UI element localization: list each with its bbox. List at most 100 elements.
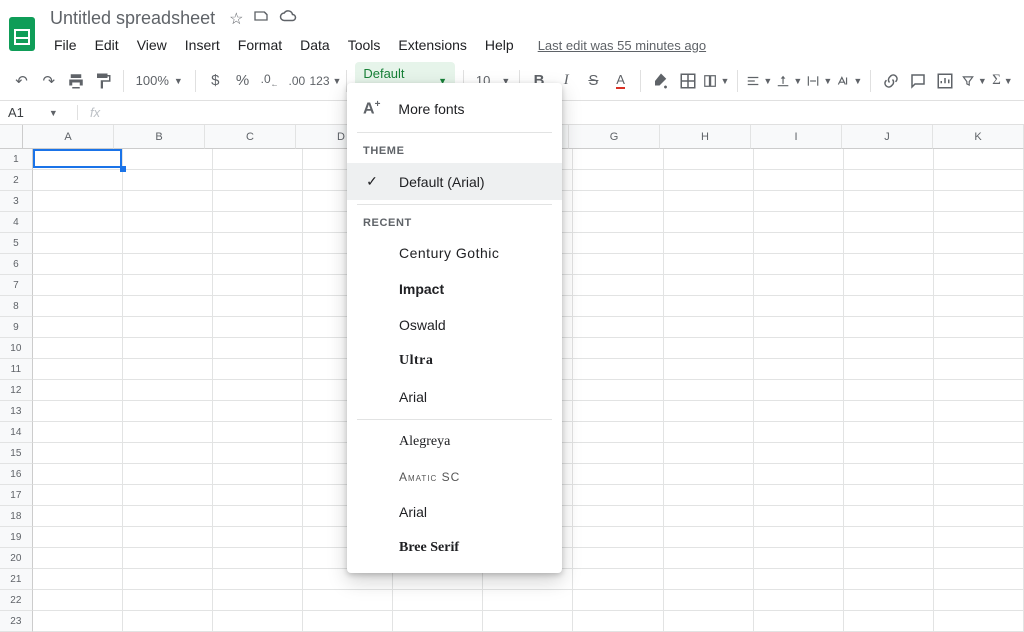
row-header[interactable]: 13	[0, 401, 33, 422]
cell[interactable]	[754, 611, 844, 632]
cell[interactable]	[573, 464, 663, 485]
cell[interactable]	[573, 590, 663, 611]
fill-color-button[interactable]	[649, 68, 672, 94]
cell[interactable]	[123, 401, 213, 422]
cell[interactable]	[123, 233, 213, 254]
cell[interactable]	[123, 422, 213, 443]
row-header[interactable]: 20	[0, 548, 33, 569]
cell[interactable]	[33, 170, 123, 191]
cell[interactable]	[123, 359, 213, 380]
cell[interactable]	[664, 212, 754, 233]
cell[interactable]	[844, 233, 934, 254]
sheets-logo[interactable]	[6, 14, 38, 54]
cell[interactable]	[213, 191, 303, 212]
cell[interactable]	[33, 149, 123, 170]
row-header[interactable]: 1	[0, 149, 33, 170]
cell[interactable]	[664, 233, 754, 254]
cell[interactable]	[754, 380, 844, 401]
cell[interactable]	[123, 590, 213, 611]
cell[interactable]	[664, 548, 754, 569]
cell[interactable]	[754, 212, 844, 233]
cloud-status-icon[interactable]	[279, 7, 297, 30]
cell[interactable]	[934, 485, 1024, 506]
font-item[interactable]: Bree Serif	[347, 530, 562, 566]
cell[interactable]	[213, 359, 303, 380]
cell[interactable]	[844, 359, 934, 380]
cell[interactable]	[844, 590, 934, 611]
cell[interactable]	[664, 611, 754, 632]
row-header[interactable]: 8	[0, 296, 33, 317]
cell[interactable]	[844, 464, 934, 485]
cell[interactable]	[573, 212, 663, 233]
cell[interactable]	[573, 569, 663, 590]
cell[interactable]	[33, 359, 123, 380]
font-item[interactable]: Impact	[347, 271, 562, 307]
menu-data[interactable]: Data	[292, 33, 338, 57]
font-item[interactable]: Calibri	[347, 566, 562, 567]
cell[interactable]	[754, 359, 844, 380]
row-header[interactable]: 9	[0, 317, 33, 338]
cell[interactable]	[123, 506, 213, 527]
cell[interactable]	[33, 611, 123, 632]
cell[interactable]	[213, 443, 303, 464]
cell[interactable]	[844, 485, 934, 506]
text-rotation-button[interactable]: ▼	[836, 68, 862, 94]
cell[interactable]	[123, 443, 213, 464]
cell[interactable]	[934, 569, 1024, 590]
font-item-default-arial[interactable]: ✓ Default (Arial)	[347, 163, 562, 200]
cell[interactable]	[393, 590, 483, 611]
borders-button[interactable]	[676, 68, 699, 94]
cell[interactable]	[123, 380, 213, 401]
cell[interactable]	[934, 527, 1024, 548]
name-box[interactable]: A1 ▼	[0, 105, 78, 120]
cell[interactable]	[934, 443, 1024, 464]
cell[interactable]	[123, 149, 213, 170]
cell[interactable]	[664, 527, 754, 548]
row-header[interactable]: 23	[0, 611, 33, 632]
row-header[interactable]: 2	[0, 170, 33, 191]
font-item[interactable]: Amatic SC	[347, 460, 562, 494]
row-header[interactable]: 7	[0, 275, 33, 296]
cell[interactable]	[664, 590, 754, 611]
cell[interactable]	[123, 296, 213, 317]
cell[interactable]	[754, 548, 844, 569]
cell[interactable]	[664, 191, 754, 212]
cell[interactable]	[213, 233, 303, 254]
cell[interactable]	[213, 338, 303, 359]
cell[interactable]	[664, 275, 754, 296]
cell[interactable]	[934, 380, 1024, 401]
cell[interactable]	[123, 254, 213, 275]
cell[interactable]	[573, 296, 663, 317]
cell[interactable]	[573, 380, 663, 401]
more-formats-button[interactable]: 123▼	[312, 68, 338, 94]
cell[interactable]	[33, 527, 123, 548]
row-header[interactable]: 19	[0, 527, 33, 548]
cell[interactable]	[573, 275, 663, 296]
cell[interactable]	[934, 590, 1024, 611]
cell[interactable]	[754, 317, 844, 338]
menu-format[interactable]: Format	[230, 33, 290, 57]
cell[interactable]	[573, 233, 663, 254]
cell[interactable]	[844, 422, 934, 443]
cell[interactable]	[33, 443, 123, 464]
cell[interactable]	[664, 359, 754, 380]
horizontal-align-button[interactable]: ▼	[746, 68, 772, 94]
cell[interactable]	[754, 527, 844, 548]
cell[interactable]	[33, 401, 123, 422]
functions-button[interactable]: Σ▼	[991, 68, 1014, 94]
cell[interactable]	[213, 422, 303, 443]
cell[interactable]	[844, 380, 934, 401]
cell[interactable]	[754, 443, 844, 464]
cell[interactable]	[213, 590, 303, 611]
insert-chart-button[interactable]	[934, 68, 957, 94]
cell[interactable]	[573, 443, 663, 464]
cell[interactable]	[573, 527, 663, 548]
cell[interactable]	[213, 569, 303, 590]
font-item[interactable]: Arial	[347, 494, 562, 530]
move-icon[interactable]	[253, 8, 269, 29]
cell[interactable]	[844, 548, 934, 569]
cell[interactable]	[33, 191, 123, 212]
cell[interactable]	[754, 338, 844, 359]
increase-decimal-button[interactable]: .00	[285, 68, 308, 94]
row-header[interactable]: 18	[0, 506, 33, 527]
